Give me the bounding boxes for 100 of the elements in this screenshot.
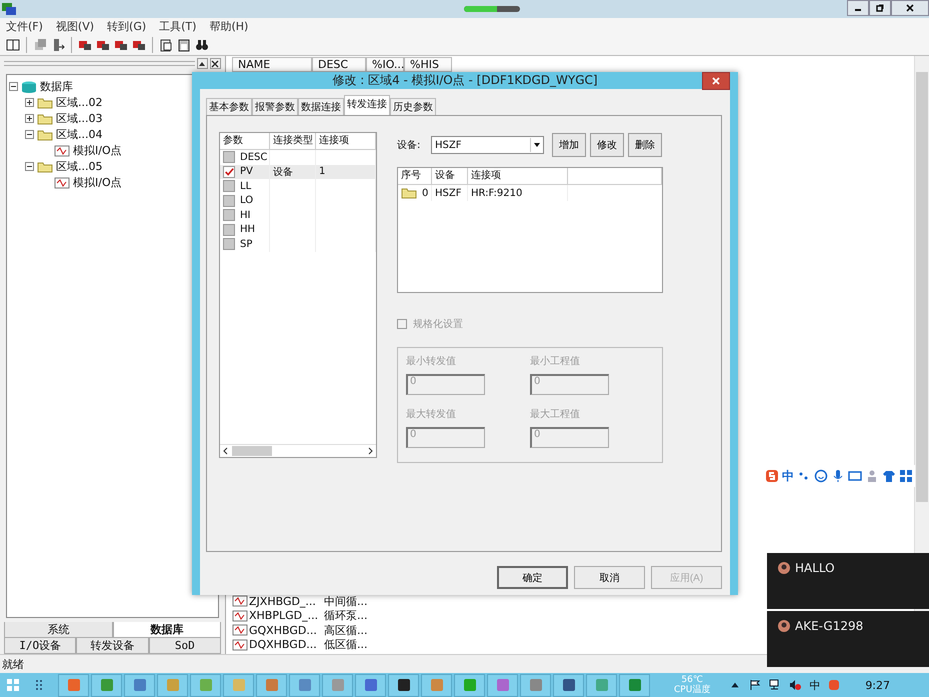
restore-button[interactable] bbox=[869, 0, 891, 16]
panel-tab[interactable]: 转发设备 bbox=[76, 638, 149, 654]
expander-icon[interactable] bbox=[25, 130, 34, 140]
flag-icon[interactable] bbox=[749, 679, 762, 692]
clipboard-icon[interactable] bbox=[159, 38, 173, 52]
action-button[interactable]: 修改 bbox=[590, 133, 624, 157]
folder-icon bbox=[37, 96, 53, 109]
shirt-icon[interactable] bbox=[882, 469, 896, 483]
checkbox[interactable] bbox=[223, 180, 235, 192]
cpu-temperature: 56℃ bbox=[681, 675, 703, 686]
checkbox[interactable] bbox=[223, 224, 235, 236]
menu-item[interactable]: 工具(T) bbox=[159, 18, 196, 34]
parameter-name: HI bbox=[240, 210, 250, 221]
tree-item[interactable]: 区域...03 bbox=[56, 111, 102, 126]
checkbox[interactable] bbox=[223, 194, 235, 207]
microphone-icon[interactable] bbox=[831, 469, 845, 483]
list-cell: 循环泵... bbox=[324, 608, 368, 624]
column-header[interactable]: 序号 bbox=[398, 168, 432, 184]
dialog-button[interactable]: 确定 bbox=[497, 566, 568, 589]
network-icon[interactable] bbox=[769, 679, 782, 692]
smiley-icon[interactable] bbox=[814, 469, 828, 483]
ime-mode[interactable]: 中 bbox=[782, 468, 794, 484]
tree-item[interactable]: 区域...02 bbox=[56, 95, 102, 110]
menu-item[interactable]: 转到(G) bbox=[107, 18, 146, 34]
ime-indicator[interactable]: 中 bbox=[809, 678, 820, 693]
column-header[interactable]: 连接项 bbox=[316, 133, 376, 149]
table-cell: HR:F:9210 bbox=[471, 188, 522, 198]
panel-tab[interactable]: 数据库 bbox=[112, 622, 221, 638]
horizontal-scrollbar[interactable] bbox=[220, 444, 376, 457]
tree-item[interactable]: 区域...05 bbox=[56, 159, 102, 174]
checkbox-label: 规格化设置 bbox=[413, 318, 463, 331]
tab[interactable]: 历史参数 bbox=[390, 98, 436, 115]
exit-icon[interactable] bbox=[51, 38, 65, 52]
speaker-muted-icon[interactable] bbox=[789, 679, 802, 692]
close-icon bbox=[711, 76, 721, 86]
panel-tab[interactable]: I/O设备 bbox=[4, 638, 76, 654]
tree-item[interactable]: 模拟I/O点 bbox=[73, 143, 122, 158]
status-text: 就绪 bbox=[2, 656, 24, 672]
wave-icon bbox=[232, 595, 248, 608]
checkbox[interactable] bbox=[223, 166, 235, 178]
tab[interactable]: 基本参数 bbox=[206, 98, 252, 115]
taskbar-app-button[interactable] bbox=[553, 674, 584, 697]
device-dropdown[interactable]: HSZF bbox=[431, 136, 544, 154]
tree-item[interactable]: 区域...04 bbox=[56, 127, 102, 142]
folder-icon bbox=[37, 160, 53, 173]
panel-toggle-icon[interactable] bbox=[6, 38, 20, 52]
checkbox[interactable] bbox=[223, 151, 235, 164]
binoculars-icon[interactable] bbox=[195, 38, 209, 52]
grid-icon[interactable] bbox=[899, 469, 913, 483]
folder-icon bbox=[401, 187, 417, 199]
column-header[interactable]: %HIS bbox=[404, 56, 452, 72]
windows-start-icon[interactable] bbox=[6, 678, 20, 692]
list-cell-text: GQXHBGD... bbox=[249, 624, 318, 637]
cpu-label: CPU温度 bbox=[674, 685, 710, 696]
expander-icon[interactable] bbox=[9, 82, 18, 92]
menu-item[interactable]: 文件(F) bbox=[6, 18, 43, 34]
taskbar-app-button[interactable] bbox=[388, 674, 419, 697]
close-icon bbox=[211, 60, 219, 68]
table-cell: HSZF bbox=[435, 188, 462, 198]
expander-icon[interactable] bbox=[25, 162, 34, 172]
expander-icon[interactable] bbox=[25, 98, 34, 108]
action-button[interactable]: 增加 bbox=[552, 133, 586, 157]
menu-item[interactable]: 帮助(H) bbox=[209, 18, 248, 34]
expander-icon[interactable] bbox=[25, 114, 34, 124]
checkbox[interactable] bbox=[223, 209, 235, 222]
close-button[interactable] bbox=[891, 0, 929, 16]
dialog-button[interactable]: 取消 bbox=[574, 566, 645, 589]
user-icon bbox=[777, 619, 791, 633]
dock-button[interactable] bbox=[197, 58, 208, 70]
minimize-button[interactable] bbox=[847, 0, 869, 16]
table-cell: 0 bbox=[422, 188, 428, 198]
column-header[interactable]: DESC bbox=[312, 56, 366, 72]
column-header[interactable]: NAME bbox=[232, 56, 312, 72]
list-cell: 中间循... bbox=[324, 594, 368, 609]
column-header[interactable]: %IO... bbox=[366, 56, 404, 72]
panel-tab[interactable]: 系统 bbox=[4, 622, 112, 638]
action-button[interactable]: 删除 bbox=[628, 133, 662, 157]
tab[interactable]: 数据连接 bbox=[298, 98, 344, 115]
column-header[interactable]: 连接项 bbox=[468, 168, 568, 184]
close-icon bbox=[905, 3, 915, 13]
parameter-name: PV bbox=[240, 166, 253, 178]
column-header[interactable]: 设备 bbox=[432, 168, 468, 184]
tab[interactable]: 报警参数 bbox=[252, 98, 298, 115]
tree-item[interactable]: 数据库 bbox=[40, 79, 73, 94]
tab[interactable]: 转发连接 bbox=[344, 95, 390, 115]
close-button[interactable] bbox=[702, 72, 730, 90]
menu-item[interactable]: 视图(V) bbox=[56, 18, 94, 34]
field-label: 最小转发值 bbox=[406, 354, 457, 368]
column-header[interactable]: 参数 bbox=[220, 133, 270, 149]
column-header[interactable]: 连接类型 bbox=[270, 133, 316, 149]
clock[interactable]: 9:27 bbox=[865, 678, 890, 692]
device-label: 设备: bbox=[397, 139, 422, 152]
close-panel-button[interactable] bbox=[210, 58, 221, 70]
panel-tab[interactable]: SoD bbox=[148, 638, 221, 654]
checkbox[interactable] bbox=[223, 238, 235, 250]
field-label: 最大工程值 bbox=[530, 408, 581, 421]
parameter-name: HH bbox=[240, 224, 256, 236]
keyboard-icon[interactable] bbox=[848, 469, 862, 483]
notification-title: AKE-G1298 bbox=[795, 619, 864, 633]
tree-item[interactable]: 模拟I/O点 bbox=[73, 175, 122, 190]
